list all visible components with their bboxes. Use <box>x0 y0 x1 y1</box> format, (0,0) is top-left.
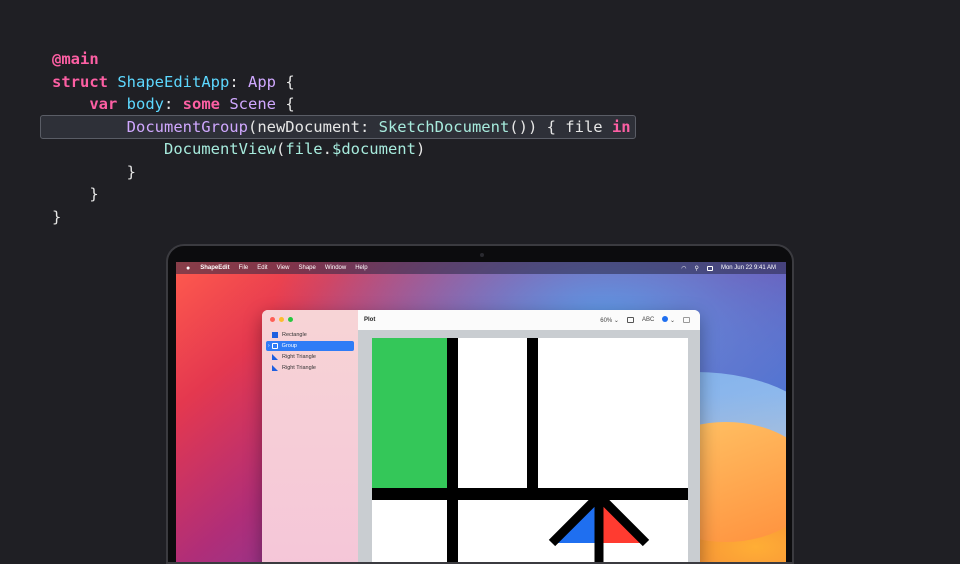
code-token: in <box>611 117 631 136</box>
close-button[interactable] <box>270 317 275 322</box>
camera-dot <box>480 253 484 257</box>
duplicate-icon[interactable] <box>683 317 690 323</box>
code-token: } <box>52 185 99 203</box>
sidebar-item-group[interactable]: › Group <box>266 341 354 351</box>
code-line-1: @main <box>52 48 631 71</box>
search-icon[interactable]: ⚲ <box>695 265 699 272</box>
code-editor: @main struct ShapeEditApp: App { var body… <box>52 48 631 228</box>
code-token: DocumentGroup <box>126 117 248 136</box>
sidebar-item-right-triangle-1[interactable]: Right Triangle <box>266 352 354 362</box>
code-token: struct <box>52 72 108 91</box>
menu-window[interactable]: Window <box>325 265 346 271</box>
sidebar: Rectangle › Group Right Triangle Right T… <box>262 310 358 562</box>
sidebar-item-right-triangle-2[interactable]: Right Triangle <box>266 363 354 373</box>
triangle-shapes[interactable] <box>372 338 688 562</box>
code-line-3: var body: some Scene { <box>52 93 631 116</box>
code-token: : <box>229 72 248 91</box>
triangle-icon <box>272 365 278 371</box>
code-token: Scene <box>229 95 277 113</box>
color-dot-icon <box>662 316 669 322</box>
canvas-area <box>358 330 700 562</box>
code-token: } <box>52 207 62 226</box>
menu-bar: ● ShapeEdit File Edit View Shape Window … <box>176 262 786 274</box>
menu-clock[interactable]: Mon Jun 22 9:41 AM <box>721 265 776 271</box>
code-token: some <box>182 95 220 113</box>
code-token: { <box>276 95 295 113</box>
code-line-6: } <box>52 161 631 184</box>
minimize-button[interactable] <box>279 317 284 322</box>
code-token: @main <box>52 50 99 68</box>
sidebar-item-rectangle[interactable]: Rectangle <box>266 330 354 340</box>
code-token: SketchDocument <box>378 117 510 136</box>
code-token: : <box>164 95 183 113</box>
code-token: ) <box>415 140 426 158</box>
window-toolbar: Plot 60% ⌄ ABC ⌄ <box>358 310 700 331</box>
code-line-5: DocumentView(file.$document) <box>52 138 631 161</box>
apple-icon[interactable]: ● <box>186 265 190 272</box>
inspector-icon[interactable] <box>626 317 634 323</box>
menu-view[interactable]: View <box>277 265 290 271</box>
code-line-4: DocumentGroup(newDocument: SketchDocumen… <box>52 116 631 139</box>
code-token: ( <box>275 140 286 158</box>
text-tool-button[interactable]: ABC <box>642 317 654 323</box>
zoom-menu[interactable]: 60% ⌄ <box>600 317 619 324</box>
code-token: ()) { file <box>509 117 612 136</box>
code-token: } <box>52 162 136 181</box>
code-token: ShapeEditApp <box>117 72 230 91</box>
document-title: Plot <box>364 317 376 323</box>
zoom-button[interactable] <box>288 317 293 322</box>
laptop-screen: ● ShapeEdit File Edit View Shape Window … <box>176 262 786 562</box>
code-line-7: } <box>52 183 631 206</box>
laptop-frame: ● ShapeEdit File Edit View Shape Window … <box>166 244 794 564</box>
color-picker[interactable]: ⌄ <box>662 316 675 324</box>
code-line-8: } <box>52 206 631 229</box>
triangle-icon <box>272 354 278 360</box>
app-window: Rectangle › Group Right Triangle Right T… <box>262 310 700 562</box>
menu-edit[interactable]: Edit <box>257 265 267 271</box>
rectangle-icon <box>272 332 278 338</box>
control-center-icon[interactable] <box>706 265 713 271</box>
code-line-2: struct ShapeEditApp: App { <box>52 71 631 94</box>
code-token: App <box>248 72 276 91</box>
code-token: var <box>89 95 118 113</box>
code-token: { <box>276 72 295 91</box>
wifi-icon[interactable]: ◠ <box>681 265 686 272</box>
menu-app-name[interactable]: ShapeEdit <box>200 265 229 271</box>
menu-shape[interactable]: Shape <box>299 265 316 271</box>
chevron-right-icon[interactable]: › <box>268 343 270 349</box>
code-token: . <box>322 140 332 158</box>
document-canvas[interactable] <box>372 338 688 562</box>
code-token: DocumentView <box>163 140 276 158</box>
group-icon <box>271 343 278 349</box>
code-token: file <box>285 140 323 158</box>
menu-file[interactable]: File <box>239 265 249 271</box>
menu-help[interactable]: Help <box>355 265 367 271</box>
traffic-lights <box>270 317 293 322</box>
code-token: body <box>126 95 164 113</box>
code-token: $document <box>331 140 416 158</box>
code-token: (newDocument: <box>247 117 379 136</box>
